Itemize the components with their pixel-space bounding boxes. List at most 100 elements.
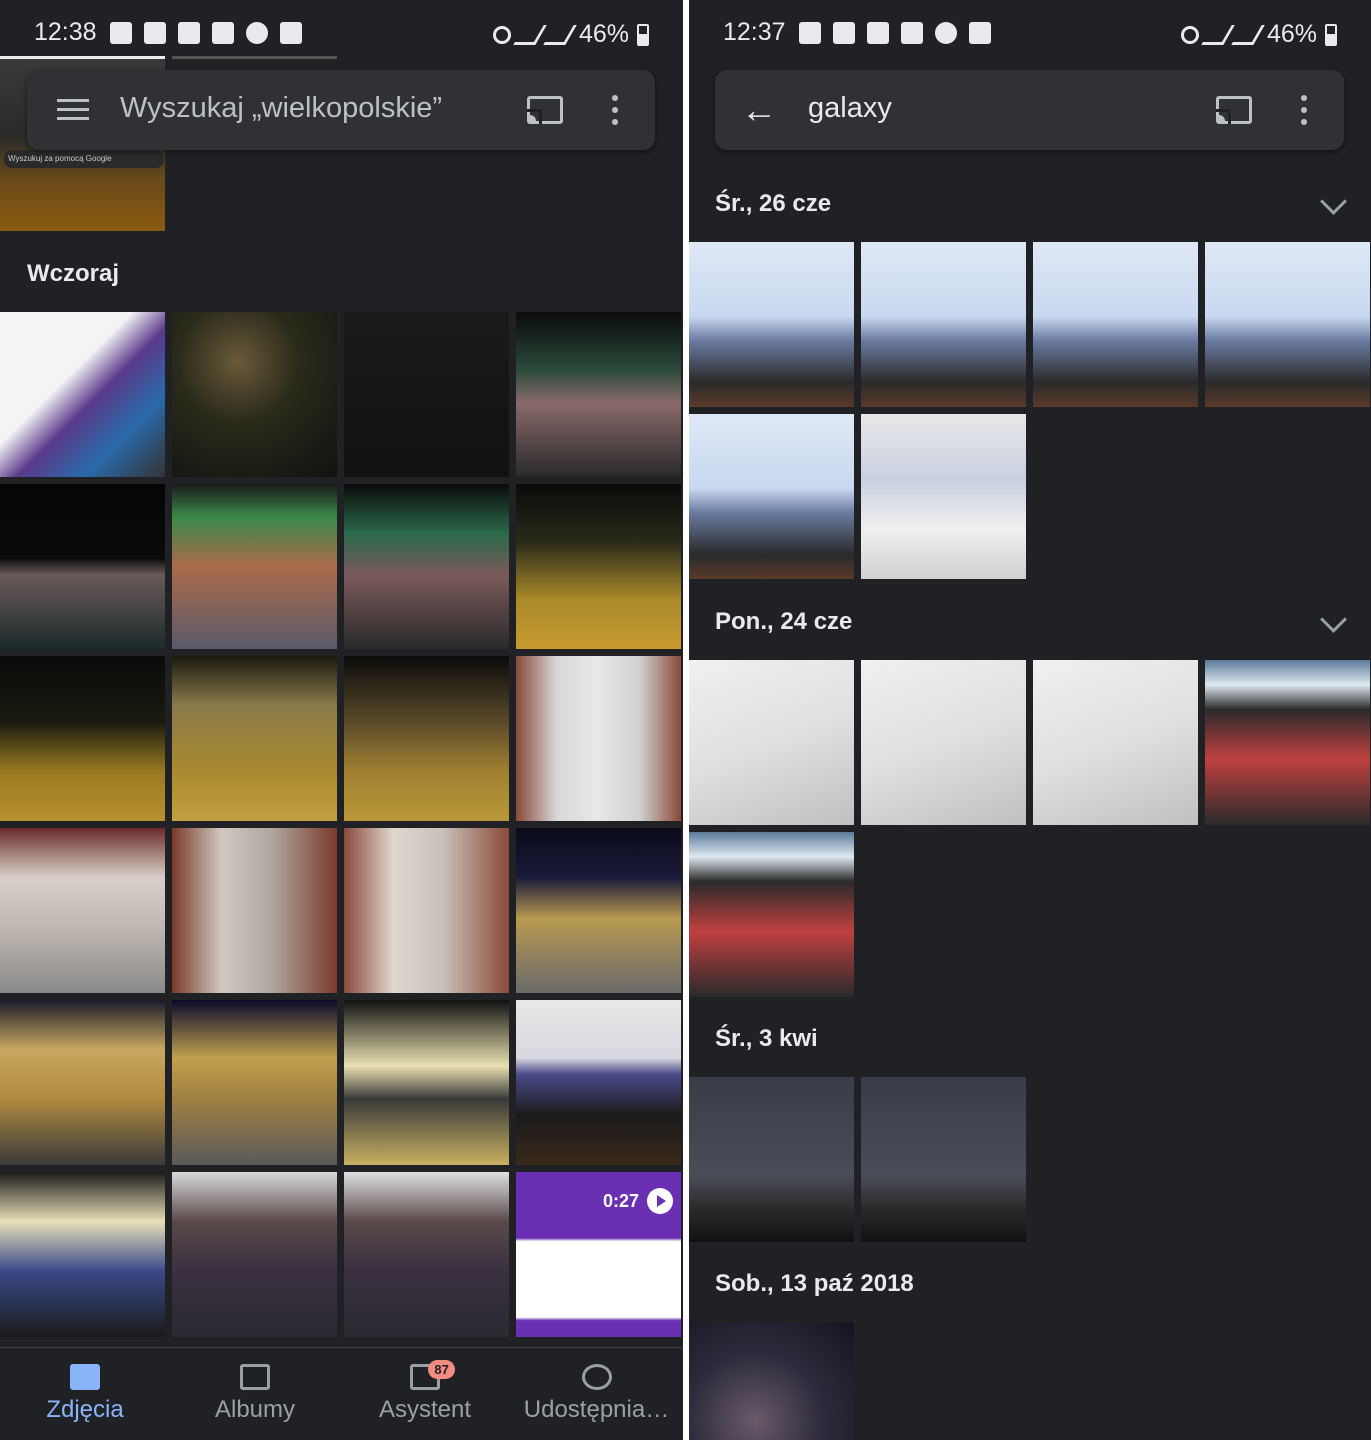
photo-thumbnail[interactable] xyxy=(344,1172,509,1337)
photo-thumbnail[interactable] xyxy=(689,1322,854,1440)
photo-thumbnail[interactable] xyxy=(516,656,681,821)
battery-icon xyxy=(1325,23,1337,46)
youtube-icon xyxy=(833,22,855,44)
date-header-4[interactable]: Sob., 13 paź 2018 xyxy=(715,1270,914,1298)
back-button[interactable]: ← xyxy=(735,86,783,134)
messenger-icon xyxy=(935,22,957,44)
nav-sharing[interactable]: Udostępnia… xyxy=(510,1348,683,1440)
photos-icon xyxy=(70,1364,100,1390)
photo-thumbnail[interactable] xyxy=(172,828,337,993)
photo-thumbnail[interactable] xyxy=(0,1000,165,1165)
gallery-icon xyxy=(212,22,234,44)
sharing-icon xyxy=(581,1364,612,1390)
signal-icon xyxy=(543,24,577,45)
bottom-navigation: Zdjęcia Albumy 87 Asystent Udostępnia… xyxy=(0,1347,683,1440)
left-screen-photos: Wyszukuj za pomocą Google 12:38 46% Wysz… xyxy=(0,0,683,1440)
play-icon xyxy=(647,1188,673,1214)
status-bar: 12:38 46% xyxy=(0,0,683,70)
arrow-back-icon: ← xyxy=(741,89,777,130)
photo-thumbnail[interactable]: 0:27 xyxy=(516,1172,681,1337)
photo-thumbnail[interactable] xyxy=(344,828,509,993)
search-bar[interactable]: Wyszukaj „wielkopolskie” xyxy=(27,70,655,150)
photo-thumbnail[interactable] xyxy=(0,828,165,993)
menu-button[interactable] xyxy=(49,86,97,134)
shopping-bag-icon xyxy=(969,22,991,44)
tiktok-icon xyxy=(799,22,821,44)
cast-icon xyxy=(527,96,563,124)
photo-thumbnail[interactable] xyxy=(516,1000,681,1165)
photo-thumbnail[interactable] xyxy=(172,312,337,477)
nav-photos-label: Zdjęcia xyxy=(46,1396,124,1423)
cast-button[interactable] xyxy=(1210,86,1258,134)
date-header-2[interactable]: Pon., 24 cze xyxy=(715,608,852,636)
youtube-icon xyxy=(144,22,166,44)
signal-icon xyxy=(1231,24,1265,45)
assistant-badge: 87 xyxy=(428,1360,455,1379)
more-vert-icon xyxy=(1301,95,1307,125)
video-duration: 0:27 xyxy=(603,1188,673,1214)
photo-thumbnail[interactable] xyxy=(861,242,1026,407)
system-icons: 46% xyxy=(492,20,649,49)
photo-thumbnail[interactable] xyxy=(0,484,165,649)
wifi-icon xyxy=(1201,24,1235,45)
photo-thumbnail[interactable] xyxy=(689,832,854,997)
nav-sharing-label: Udostępnia… xyxy=(523,1396,670,1423)
shopping-bag-icon xyxy=(280,22,302,44)
photo-thumbnail[interactable] xyxy=(172,484,337,649)
photo-thumbnail[interactable] xyxy=(344,484,509,649)
google-search-hint: Wyszukuj za pomocą Google xyxy=(4,150,164,168)
photo-thumbnail[interactable] xyxy=(172,1172,337,1337)
photo-thumbnail[interactable] xyxy=(861,660,1026,825)
hamburger-icon xyxy=(57,99,89,121)
photo-group-4 xyxy=(689,1322,1370,1440)
photo-thumbnail[interactable] xyxy=(689,242,854,407)
right-screen-search: 12:37 46% ← galaxy Śr., 26 cze Pon., 24 … xyxy=(689,0,1371,1440)
photo-thumbnail[interactable] xyxy=(1205,660,1370,825)
photo-thumbnail[interactable] xyxy=(689,1077,854,1242)
photo-thumbnail[interactable] xyxy=(1205,242,1370,407)
facebook-icon xyxy=(867,22,889,44)
nav-albums[interactable]: Albumy xyxy=(170,1348,340,1440)
alarm-icon xyxy=(492,25,511,44)
more-options-button[interactable] xyxy=(1280,86,1328,134)
nav-assistant[interactable]: 87 Asystent xyxy=(340,1348,510,1440)
search-placeholder[interactable]: Wyszukaj „wielkopolskie” xyxy=(120,92,442,125)
photo-grid: 0:27 xyxy=(0,312,681,1337)
search-bar[interactable]: ← galaxy xyxy=(715,70,1344,150)
cast-button[interactable] xyxy=(521,86,569,134)
nav-photos[interactable]: Zdjęcia xyxy=(0,1348,170,1440)
battery-percent: 46% xyxy=(1266,20,1317,48)
photo-thumbnail[interactable] xyxy=(1033,660,1198,825)
photo-thumbnail[interactable] xyxy=(344,312,509,477)
photo-thumbnail[interactable] xyxy=(0,1172,165,1337)
photo-thumbnail[interactable] xyxy=(172,1000,337,1165)
photo-thumbnail[interactable] xyxy=(689,414,854,579)
photo-thumbnail[interactable] xyxy=(689,660,854,825)
date-header-3[interactable]: Śr., 3 kwi xyxy=(715,1025,818,1053)
photo-thumbnail[interactable] xyxy=(172,656,337,821)
photo-thumbnail[interactable] xyxy=(0,656,165,821)
albums-icon xyxy=(240,1364,270,1390)
status-time: 12:38 xyxy=(34,18,97,46)
status-bar: 12:37 46% xyxy=(689,0,1371,70)
search-query[interactable]: galaxy xyxy=(808,92,892,125)
notification-icons xyxy=(799,22,991,44)
photo-group-2 xyxy=(689,660,1370,997)
photo-thumbnail[interactable] xyxy=(861,414,1026,579)
photo-thumbnail[interactable] xyxy=(516,828,681,993)
date-header-1[interactable]: Śr., 26 cze xyxy=(715,190,831,218)
photo-thumbnail[interactable] xyxy=(1033,242,1198,407)
chevron-down-icon[interactable] xyxy=(1320,188,1347,215)
photo-thumbnail[interactable] xyxy=(344,1000,509,1165)
photo-thumbnail[interactable] xyxy=(344,656,509,821)
wifi-icon xyxy=(513,24,547,45)
more-vert-icon xyxy=(612,95,618,125)
photo-thumbnail[interactable] xyxy=(861,1077,1026,1242)
photo-thumbnail[interactable] xyxy=(0,312,165,477)
nav-albums-label: Albumy xyxy=(214,1396,296,1423)
photo-thumbnail[interactable] xyxy=(516,312,681,477)
more-options-button[interactable] xyxy=(591,86,639,134)
battery-icon xyxy=(637,23,649,46)
chevron-down-icon[interactable] xyxy=(1320,606,1347,633)
photo-thumbnail[interactable] xyxy=(516,484,681,649)
